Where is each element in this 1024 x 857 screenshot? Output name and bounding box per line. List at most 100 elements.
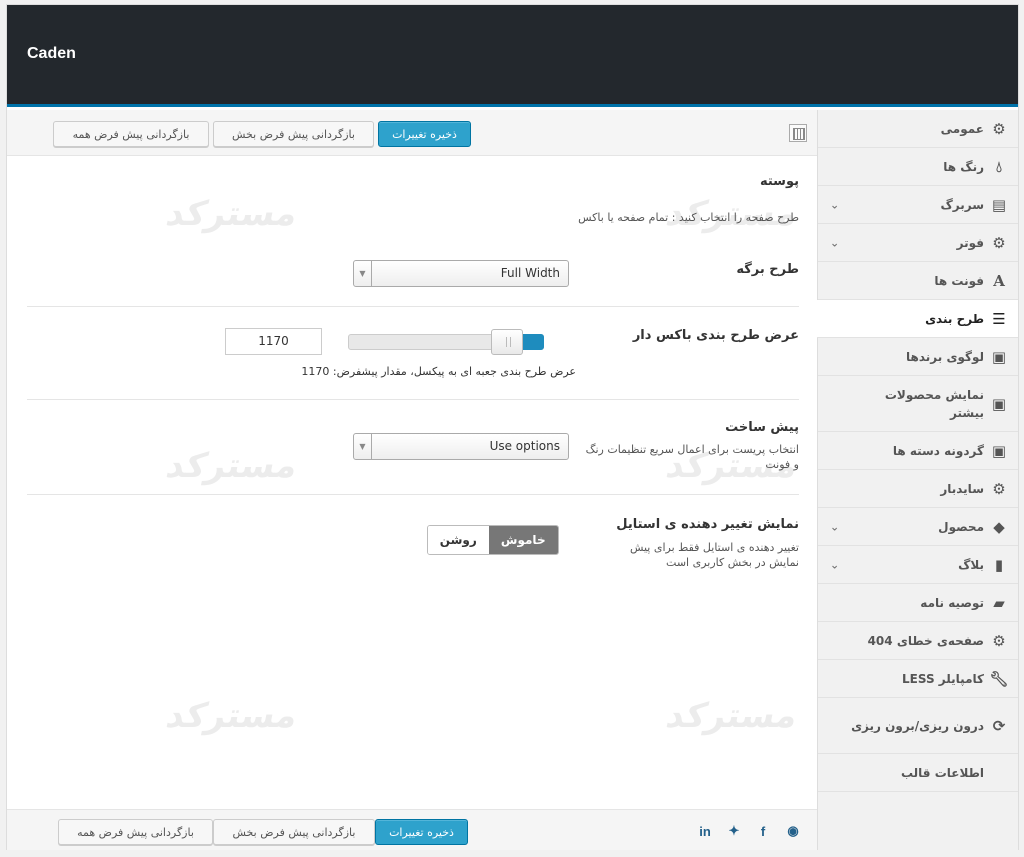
tags-icon: ◆ xyxy=(993,517,1005,536)
settings-window: Caden بازگردانی پیش فرض همه بازگردانی پی… xyxy=(6,4,1019,850)
style-switcher-description: تغییر دهنده ی استایل فقط برای پیش نمایش … xyxy=(629,541,799,569)
briefcase-icon: ▣ xyxy=(991,394,1007,413)
chevron-down-icon[interactable]: ⌄ xyxy=(830,236,839,249)
facebook-icon[interactable]: f xyxy=(755,823,771,839)
reset-all-button-bottom[interactable]: بازگردانی پیش فرض همه xyxy=(58,819,213,845)
switch-option-on[interactable]: روشن xyxy=(428,526,489,554)
sidebar-item-404-page[interactable]: ⚙ صفحه‌ی خطای 404 xyxy=(818,622,1018,660)
sidebar-item-label: فونت ها xyxy=(934,273,984,288)
boxed-width-description: عرض طرح بندی جعبه ای به پیکسل، مقدار پیش… xyxy=(301,365,576,378)
linkedin-icon[interactable]: in xyxy=(697,823,713,839)
sidebar-item-product[interactable]: ◆ محصول ⌄ xyxy=(818,508,1018,546)
gear-icon: ⚙ xyxy=(992,119,1006,138)
gear-icon: ⚙ xyxy=(992,631,1006,650)
section-description: طرح صفحه را انتخاب کنید : تمام صفحه یا ب… xyxy=(578,211,799,224)
sidebar-item-blog[interactable]: ▮ بلاگ ⌄ xyxy=(818,546,1018,584)
refresh-icon: ⟳ xyxy=(992,716,1006,735)
sidebar-item-label: سربرگ xyxy=(940,197,984,212)
sidebar-item-footer[interactable]: ⚙ فوتر ⌄ xyxy=(818,224,1018,262)
options-content: مسترکد مسترکد مسترکد مسترکد مسترکد مسترک… xyxy=(7,156,819,809)
gear-icon: ⚙ xyxy=(992,479,1006,498)
sidebar-item-colors[interactable]: 💧︎ رنگ ها xyxy=(818,148,1018,186)
sidebar-item-brand-logos[interactable]: ▣ لوگوی برندها xyxy=(818,338,1018,376)
sidebar-item-less-compiler[interactable]: 🔧︎ کامپایلر LESS xyxy=(818,660,1018,698)
sidebar-item-label: رنگ ها xyxy=(943,159,984,174)
drop-icon: 💧︎ xyxy=(996,157,1003,176)
divider xyxy=(27,399,799,400)
wrench-icon: 🔧︎ xyxy=(989,669,1009,688)
comment-icon: ▰ xyxy=(993,593,1005,612)
sidebar-item-header[interactable]: ▤ سربرگ ⌄ xyxy=(818,186,1018,224)
sidebar-item-label: درون ریزی/برون ریزی xyxy=(851,718,984,733)
sidebar-item-label: کامپایلر LESS xyxy=(902,671,984,686)
boxed-width-label: عرض طرح بندی باکس دار xyxy=(632,328,799,343)
sidebar-item-label: بلاگ xyxy=(958,557,984,572)
document-icon: ▮ xyxy=(994,555,1004,574)
reset-section-button[interactable]: بازگردانی پیش فرض بخش xyxy=(213,121,374,147)
sidebar-item-label: طرح بندی xyxy=(925,311,984,326)
briefcase-icon: ▣ xyxy=(991,441,1007,460)
top-toolbar: بازگردانی پیش فرض همه بازگردانی پیش فرض … xyxy=(7,110,819,156)
slider-handle[interactable] xyxy=(491,329,523,355)
sidebar-item-import-export[interactable]: ⟳ درون ریزی/برون ریزی xyxy=(818,698,1018,754)
style-switcher-toggle[interactable]: روشن خاموش xyxy=(427,525,559,555)
reset-all-button[interactable]: بازگردانی پیش فرض همه xyxy=(53,121,209,147)
sidebar-item-label: سایدبار xyxy=(940,481,984,496)
page-layout-label: طرح برگه xyxy=(736,262,799,277)
watermark: مسترکد xyxy=(162,696,302,736)
chevron-down-icon[interactable]: ⌄ xyxy=(830,198,839,211)
settings-sidebar: ⚙ عمومی 💧︎ رنگ ها ▤ سربرگ ⌄ ⚙ فوتر ⌄ A ف… xyxy=(817,110,1018,850)
sidebar-item-layout[interactable]: ☰ طرح بندی xyxy=(817,300,1018,338)
briefcase-icon: ▣ xyxy=(991,347,1007,366)
chevron-down-icon: ▼ xyxy=(354,434,372,459)
watermark: مسترکد xyxy=(162,194,302,234)
sidebar-item-sidebar[interactable]: ⚙ سایدبار xyxy=(818,470,1018,508)
twitter-icon[interactable]: ✦ xyxy=(726,823,742,839)
sidebar-item-label: صفحه‌ی خطای 404 xyxy=(867,633,984,648)
sidebar-item-more-products[interactable]: ▣ نمایش محصولات بیشتر xyxy=(818,376,1018,432)
preset-value: Use options xyxy=(489,439,560,453)
divider xyxy=(27,494,799,495)
sidebar-item-theme-info[interactable]: اطلاعات قالب xyxy=(818,754,1018,792)
preset-description: انتخاب پریست برای اعمال سریع تنظیمات رنگ… xyxy=(585,443,799,471)
reset-section-button-bottom[interactable]: بازگردانی پیش فرض بخش xyxy=(213,819,375,845)
save-button-bottom[interactable]: ذخیره تغییرات xyxy=(375,819,468,845)
sidebar-item-label: محصول xyxy=(938,519,984,534)
list-icon: ☰ xyxy=(992,309,1006,328)
header-icon: ▤ xyxy=(991,195,1007,214)
divider xyxy=(27,306,799,307)
switch-option-off[interactable]: خاموش xyxy=(488,526,558,554)
sidebar-item-label: نمایش محصولات بیشتر xyxy=(884,387,984,420)
app-title: Caden xyxy=(27,45,76,62)
gear-icon: ⚙ xyxy=(992,233,1006,252)
watermark: مسترکد xyxy=(162,446,302,486)
boxed-width-input[interactable]: 1170 xyxy=(225,328,322,355)
sidebar-item-label: فوتر xyxy=(956,235,984,250)
page-layout-select[interactable]: Full Width ▼ xyxy=(353,260,569,287)
sidebar-item-label: عمومی xyxy=(940,121,984,136)
save-button[interactable]: ذخیره تغییرات xyxy=(378,121,471,147)
globe-icon[interactable]: ◉ xyxy=(785,823,801,839)
section-title: پوسته xyxy=(759,174,799,189)
preset-label: پیش ساخت xyxy=(725,420,799,435)
main-panel: بازگردانی پیش فرض همه بازگردانی پیش فرض … xyxy=(7,110,819,850)
watermark: مسترکد xyxy=(662,696,802,736)
chevron-down-icon[interactable]: ⌄ xyxy=(830,558,839,571)
sidebar-item-category-carousel[interactable]: ▣ گردونه دسته ها xyxy=(818,432,1018,470)
top-header: Caden xyxy=(7,5,1018,107)
sidebar-item-general[interactable]: ⚙ عمومی xyxy=(818,110,1018,148)
preset-select[interactable]: Use options ▼ xyxy=(353,433,569,460)
layout-toggle-icon[interactable] xyxy=(789,124,807,142)
sidebar-item-label: لوگوی برندها xyxy=(906,349,984,364)
boxed-width-slider[interactable] xyxy=(348,328,544,356)
style-switcher-label: نمایش تغییر دهنده ی استایل xyxy=(616,517,799,532)
sidebar-item-label: توصیه نامه xyxy=(920,595,984,610)
sidebar-item-label: اطلاعات قالب xyxy=(900,765,984,780)
chevron-down-icon: ▼ xyxy=(354,261,372,286)
font-icon: A xyxy=(993,271,1005,290)
page-layout-value: Full Width xyxy=(500,266,560,280)
bottom-toolbar: in ✦ f ◉ بازگردانی پیش فرض همه بازگردانی… xyxy=(7,809,819,850)
sidebar-item-testimonials[interactable]: ▰ توصیه نامه xyxy=(818,584,1018,622)
chevron-down-icon[interactable]: ⌄ xyxy=(830,520,839,533)
sidebar-item-fonts[interactable]: A فونت ها xyxy=(818,262,1018,300)
